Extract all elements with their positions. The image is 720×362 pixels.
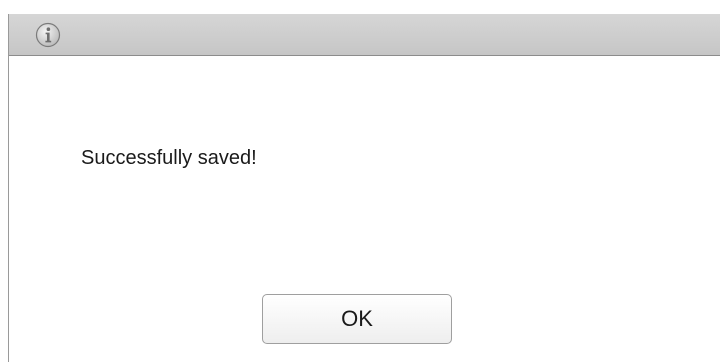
ok-button[interactable]: OK: [262, 294, 452, 344]
info-icon: [35, 22, 61, 48]
background-strip: [0, 0, 720, 14]
info-dialog: Successfully saved! OK: [8, 14, 720, 362]
dialog-message: Successfully saved!: [81, 147, 257, 169]
screen: Successfully saved! OK: [0, 0, 720, 362]
dialog-titlebar[interactable]: [9, 14, 720, 56]
